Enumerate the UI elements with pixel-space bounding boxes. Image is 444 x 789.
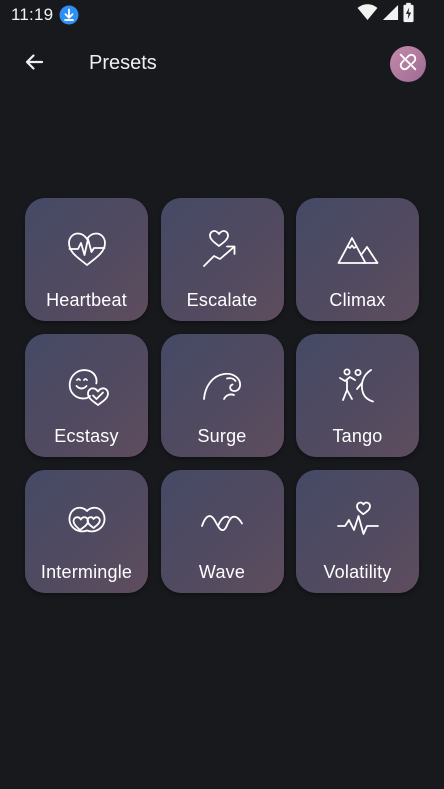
status-time: 11:19 <box>11 5 54 24</box>
preset-surge[interactable]: Surge <box>160 334 284 457</box>
preset-climax[interactable]: Climax <box>296 198 419 321</box>
preset-grid: Heartbeat Escalate Climax Ecstasy Surge … <box>25 198 419 593</box>
status-icons <box>357 2 414 28</box>
heart-pulse-line-icon <box>336 500 380 544</box>
wifi-icon <box>357 4 378 26</box>
mountain-peaks-icon <box>336 228 380 272</box>
preset-heartbeat[interactable]: Heartbeat <box>25 198 148 321</box>
arrow-back-icon <box>22 50 46 79</box>
heart-rising-arrow-icon <box>200 228 244 272</box>
disconnect-button[interactable] <box>390 46 426 82</box>
page-title: Presets <box>89 52 157 74</box>
preset-volatility[interactable]: Volatility <box>296 470 419 593</box>
intertwined-hearts-icon <box>65 500 109 544</box>
preset-label: Climax <box>329 290 386 310</box>
battery-icon <box>403 2 414 28</box>
status-bar: 11:19 <box>0 0 444 30</box>
preset-ecstasy[interactable]: Ecstasy <box>25 334 148 457</box>
download-icon <box>59 5 79 25</box>
dancing-figure-icon <box>336 364 380 408</box>
signal-icon <box>382 4 399 26</box>
app-bar: Presets <box>0 36 444 92</box>
heartbeat-icon <box>65 228 109 272</box>
ocean-wave-icon <box>200 364 244 408</box>
preset-label: Escalate <box>186 290 258 310</box>
preset-label: Intermingle <box>40 562 133 582</box>
preset-intermingle[interactable]: Intermingle <box>25 470 148 593</box>
preset-wave[interactable]: Wave <box>160 470 284 593</box>
preset-label: Heartbeat <box>46 290 127 310</box>
preset-tango[interactable]: Tango <box>296 334 419 457</box>
smiley-heart-icon <box>65 364 109 408</box>
sine-wave-icon <box>200 500 244 544</box>
preset-label: Ecstasy <box>54 426 119 446</box>
preset-escalate[interactable]: Escalate <box>160 198 284 321</box>
link-off-icon <box>397 51 419 78</box>
preset-label: Volatility <box>323 562 392 582</box>
preset-label: Wave <box>198 562 246 582</box>
preset-label: Surge <box>197 426 247 446</box>
preset-label: Tango <box>332 426 383 446</box>
back-button[interactable] <box>16 46 52 82</box>
